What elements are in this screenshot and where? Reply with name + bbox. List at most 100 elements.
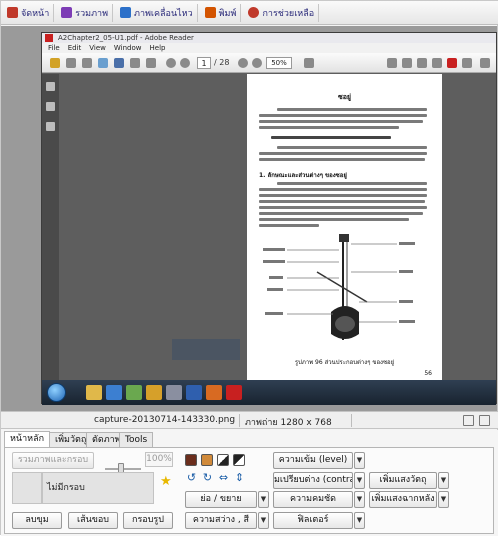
edit-panel: หน้าหลัก เพิ่มวัตถุ ตัดภาพ Tools รวมภาพแ… <box>1 430 498 536</box>
sepia-effect-icon[interactable] <box>201 454 213 466</box>
levels-dropdown-icon[interactable]: ▼ <box>354 452 365 469</box>
tab-combine-label: รวมภาพ <box>75 8 109 19</box>
text-line <box>259 218 409 221</box>
fit-window-icon[interactable] <box>463 415 474 426</box>
captured-reader-window: A2Chapter2_05-U1.pdf - Adobe Reader File… <box>41 32 497 405</box>
save-icon <box>114 58 124 68</box>
word-icon <box>186 385 202 400</box>
sharpness-button[interactable]: ความคมชัด <box>273 491 353 508</box>
sharpness-dropdown-icon[interactable]: ▼ <box>354 491 365 508</box>
contrast-button[interactable]: มเปรียบต่าง (contra <box>273 472 353 489</box>
color-effect-icon[interactable] <box>185 454 197 466</box>
file-name: capture-20130714-143330.png <box>94 415 236 425</box>
next-page-icon <box>180 58 190 68</box>
resize-dropdown-icon[interactable]: ▼ <box>258 491 269 508</box>
text-line <box>277 146 427 149</box>
tab-help-label: การช่วยเหลือ <box>262 8 315 19</box>
tools-icon <box>402 58 412 68</box>
invert-effect-icon[interactable] <box>233 454 245 466</box>
merge-frame-button[interactable]: รวมภาพและกรอบ <box>12 452 94 469</box>
contrast-dropdown-icon[interactable]: ▼ <box>354 472 365 489</box>
mail-icon <box>146 58 156 68</box>
top-tab-bar: จัดหน้า รวมภาพ ภาพเคลื่อนไหว พิมพ์ การช่… <box>1 1 498 25</box>
help-icon <box>248 7 260 18</box>
media-icon <box>106 385 122 400</box>
dark-overlay-box <box>172 339 240 360</box>
start-icon <box>47 383 66 402</box>
resize-button[interactable]: ย่อ / ขยาย <box>185 491 257 508</box>
tab-animation-label: ภาพเคลื่อนไหว <box>134 8 193 19</box>
reader-menu-file: File <box>48 44 60 52</box>
actual-size-icon[interactable] <box>479 415 490 426</box>
frame-shape-button[interactable]: กรอบรูป <box>123 512 173 529</box>
reader-menu-edit: Edit <box>67 44 82 52</box>
tab-print-label: พิมพ์ <box>218 8 237 19</box>
text-line <box>259 194 427 197</box>
tab-print[interactable]: พิมพ์ <box>201 3 242 22</box>
fit-icon <box>304 58 314 68</box>
flip-vertical-icon[interactable]: ⇕ <box>233 472 246 485</box>
text-line <box>277 108 427 111</box>
rotate-right-icon[interactable]: ↻ <box>201 472 214 485</box>
frame-select[interactable]: ไม่มีกรอบ <box>42 472 154 504</box>
reader-title-bar: A2Chapter2_05-U1.pdf - Adobe Reader <box>42 33 496 43</box>
border-button[interactable]: เส้นขอบ <box>68 512 118 529</box>
page-subheading: 1. ลักษณะและส่วนต่างๆ ของซอยู่ <box>259 172 347 179</box>
reader-menu-window: Window <box>113 44 142 52</box>
grayscale-effect-icon[interactable] <box>217 454 229 466</box>
pages-icon <box>46 82 55 91</box>
tab-layout[interactable]: จัดหน้า <box>3 3 55 22</box>
reader-menu-view: View <box>89 44 106 52</box>
tab-combine[interactable]: รวมภาพ <box>57 3 114 22</box>
tab-help[interactable]: การช่วยเหลือ <box>244 3 320 22</box>
sign-icon <box>417 58 427 68</box>
image-viewer[interactable]: A2Chapter2_05-U1.pdf - Adobe Reader File… <box>1 26 498 411</box>
layout-icon <box>7 7 18 18</box>
pdf-icon <box>45 34 53 42</box>
reader-title: A2Chapter2_05-U1.pdf - Adobe Reader <box>58 34 194 42</box>
animation-icon <box>120 7 132 18</box>
page-heading: ซอยู่ <box>337 93 352 101</box>
filter-button[interactable]: ฟิลเตอร์ <box>273 512 353 529</box>
document-page: ซอยู่ 1. ลักษณะและส่วนต่างๆ ของซอยู่ รูป… <box>247 74 442 380</box>
brightness-color-button[interactable]: ความสว่าง , สี <box>185 512 257 529</box>
zoom-out-icon <box>238 58 248 68</box>
tab-animation[interactable]: ภาพเคลื่อนไหว <box>116 3 198 22</box>
add-object-dropdown-icon[interactable]: ▼ <box>438 472 449 489</box>
opacity-percent: 100% <box>145 452 173 467</box>
filter-dropdown-icon[interactable]: ▼ <box>354 512 365 529</box>
levels-button[interactable]: ความเข้ม (level) <box>273 452 353 469</box>
favorite-star-icon[interactable]: ★ <box>160 474 172 489</box>
brightness-dropdown-icon[interactable]: ▼ <box>258 512 269 529</box>
add-background-light-button[interactable]: เพิ่มแสงฉากหลัง <box>369 491 437 508</box>
reader-toolbar: 1 / 28 50% <box>42 53 496 73</box>
reader-page-total: / 28 <box>214 58 230 67</box>
file-info-bar: capture-20130714-143330.png ภาพถ่าย 1280… <box>1 411 498 429</box>
add-background-dropdown-icon[interactable]: ▼ <box>438 491 449 508</box>
text-line <box>259 158 425 161</box>
reader-menu-help: Help <box>149 44 166 52</box>
combine-icon <box>61 7 73 18</box>
tab-tools[interactable]: Tools <box>119 432 154 447</box>
tab-layout-label: จัดหน้า <box>21 8 50 19</box>
prev-page-icon <box>166 58 176 68</box>
print-doc-icon <box>130 58 140 68</box>
firefox-icon <box>206 385 222 400</box>
erase-button[interactable]: ลบขุม <box>12 512 62 529</box>
reader-navigation-pane <box>42 74 59 380</box>
share-icon <box>82 58 92 68</box>
text-line <box>259 212 423 215</box>
pdf-tools-icon <box>447 58 457 68</box>
chrome-icon <box>146 385 162 400</box>
tab-home[interactable]: หน้าหลัก <box>4 431 51 448</box>
rotate-left-icon[interactable]: ↺ <box>185 472 198 485</box>
text-line <box>271 136 391 139</box>
reader-close-icon <box>480 58 490 68</box>
app-icon <box>166 385 182 400</box>
text-line <box>259 206 427 209</box>
add-object-light-button[interactable]: เพิ่มแสงวัตถุ <box>369 472 437 489</box>
print-icon <box>204 7 216 18</box>
flip-horizontal-icon[interactable]: ⇔ <box>217 472 230 485</box>
browser-icon <box>126 385 142 400</box>
image-dimensions: ภาพถ่าย 1280 x 768 <box>245 418 332 428</box>
